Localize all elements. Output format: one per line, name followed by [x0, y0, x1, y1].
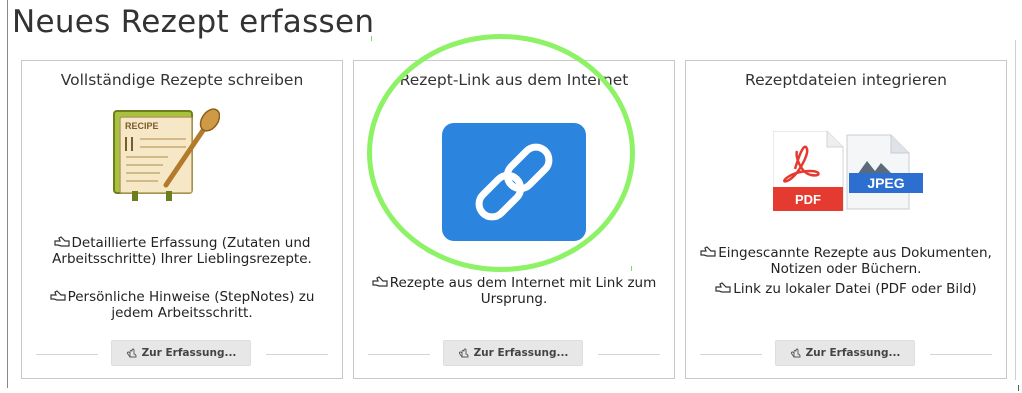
feature-text: Detaillierte Erfassung (Zutaten und Arbe… — [30, 235, 334, 267]
pointing-hand-icon — [49, 290, 66, 301]
highlight-tick-mark — [371, 36, 372, 41]
pointing-hand-icon — [372, 276, 388, 287]
card-recipe-link: Rezept-Link aus dem Internet Rezepte aus… — [353, 60, 675, 379]
zur-erfassung-button[interactable]: Zur Erfassung... — [775, 340, 915, 366]
divider — [36, 354, 98, 355]
link-chain-icon — [442, 123, 586, 241]
feature-text: Persönliche Hinweise (StepNotes) zu jede… — [30, 289, 334, 321]
pdf-badge-text: PDF — [795, 192, 821, 207]
feature-label: Persönliche Hinweise (StepNotes) zu jede… — [67, 289, 315, 321]
hand-pointer-icon — [458, 348, 469, 358]
card-write-recipes: Vollständige Rezepte schreiben RECIPE De… — [21, 60, 343, 379]
jpeg-badge-text: JPEG — [867, 175, 904, 191]
divider — [598, 354, 660, 355]
feature-text: Link zu lokaler Datei (PDF oder Bild) — [694, 281, 998, 297]
card-title: Rezeptdateien integrieren — [745, 71, 947, 89]
zur-erfassung-button[interactable]: Zur Erfassung... — [443, 340, 583, 366]
card-title: Rezept-Link aus dem Internet — [399, 71, 629, 89]
hand-pointer-icon — [790, 348, 801, 358]
card-title: Vollständige Rezepte schreiben — [60, 71, 304, 89]
divider — [700, 354, 762, 355]
recipe-card-icon: RECIPE — [108, 105, 221, 205]
pdf-jpeg-file-icon: JPEG PDF — [772, 130, 923, 212]
page-title: Neues Rezept erfassen — [12, 4, 375, 40]
feature-label: Eingescannte Rezepte aus Dokumenten, Not… — [718, 245, 992, 277]
divider — [266, 354, 328, 355]
corner-mark: ı — [1017, 381, 1021, 393]
feature-label: Rezepte aus dem Internet mit Link zum Ur… — [389, 275, 657, 307]
divider — [368, 354, 430, 355]
card-recipe-files: Rezeptdateien integrieren JPEG PDF Einge… — [685, 60, 1007, 379]
highlight-tick-mark — [631, 266, 632, 271]
feature-text: Eingescannte Rezepte aus Dokumenten, Not… — [694, 245, 998, 277]
frame-right-border — [1015, 40, 1016, 380]
pointing-hand-icon — [715, 282, 731, 293]
button-label: Zur Erfassung... — [141, 347, 237, 359]
pointing-hand-icon — [700, 246, 716, 257]
feature-label: Detaillierte Erfassung (Zutaten und Arbe… — [52, 235, 312, 267]
hand-pointer-icon — [126, 348, 137, 358]
divider — [930, 354, 992, 355]
recipe-label-text: RECIPE — [125, 121, 159, 131]
zur-erfassung-button[interactable]: Zur Erfassung... — [111, 340, 251, 366]
pointing-hand-icon — [53, 236, 70, 247]
button-label: Zur Erfassung... — [473, 347, 569, 359]
button-label: Zur Erfassung... — [805, 347, 901, 359]
feature-text: Rezepte aus dem Internet mit Link zum Ur… — [362, 275, 666, 307]
feature-label: Link zu lokaler Datei (PDF oder Bild) — [733, 281, 977, 297]
